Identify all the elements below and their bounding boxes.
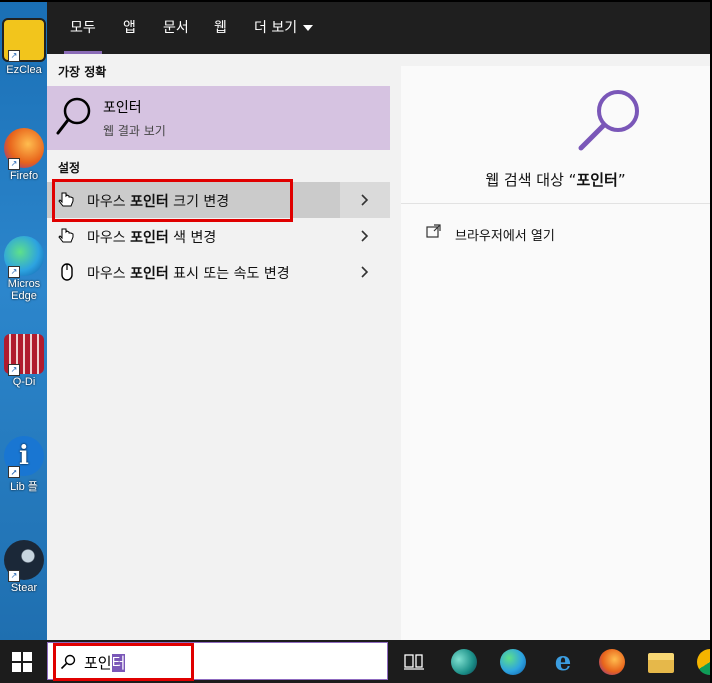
best-match-subtitle: 웹 결과 보기 xyxy=(103,124,166,138)
qdir-icon: ↗ xyxy=(4,334,44,376)
chevron-right-icon xyxy=(361,230,369,242)
tab-all[interactable]: 모두 xyxy=(64,2,102,54)
steam-icon: ↗ xyxy=(4,540,44,582)
desktop-icon-edge[interactable]: ↗ Micros Edge xyxy=(2,236,46,302)
firefox-icon[interactable] xyxy=(599,649,625,675)
desktop-icon-label: Lib 플 xyxy=(10,481,38,493)
setting-label: 마우스 포인터 색 변경 xyxy=(87,230,217,246)
settings-heading: 설정 xyxy=(58,161,81,175)
internet-explorer-icon[interactable]: e xyxy=(550,649,576,675)
chevron-right-icon xyxy=(361,266,369,278)
desktop-icon-steam[interactable]: ↗ Stear xyxy=(2,540,46,594)
tab-documents[interactable]: 문서 xyxy=(163,2,189,54)
desktop-icon-label: Firefo xyxy=(9,170,39,182)
desktop-icon-firefox[interactable]: ↗ Firefo xyxy=(2,128,46,182)
ezclean-icon: ↗ xyxy=(2,18,46,62)
best-match-heading: 가장 정확 xyxy=(58,65,107,79)
filter-tab-bar: 모두 앱 문서 웹 더 보기 xyxy=(47,2,710,54)
open-in-browser-link[interactable]: 브라우저에서 열기 xyxy=(455,225,555,244)
desktop-icon-label: Micros Edge xyxy=(7,278,41,302)
best-match-title: 포인터 xyxy=(103,100,142,116)
best-match-result[interactable]: 포인터 웹 결과 보기 xyxy=(47,86,390,150)
desktop-icon-ezclean[interactable]: ↗ EzClea xyxy=(2,18,46,76)
web-search-title: 웹 검색 대상 “포인터” xyxy=(485,171,626,189)
tab-more[interactable]: 더 보기 xyxy=(254,2,314,54)
firefox-icon: ↗ xyxy=(4,128,44,170)
chevron-right-icon xyxy=(361,194,369,206)
highlight-annotation xyxy=(53,643,194,681)
desktop-icon-label: Stear xyxy=(10,582,38,594)
info-icon: i ↗ xyxy=(4,436,44,478)
divider xyxy=(401,203,710,204)
whale-browser-icon[interactable] xyxy=(451,649,477,675)
edge-icon[interactable] xyxy=(500,649,526,675)
frame-border xyxy=(0,0,712,2)
desktop-icon-label: EzClea xyxy=(6,64,42,76)
setting-change-pointer-color[interactable]: 마우스 포인터 색 변경 xyxy=(47,218,390,254)
setting-pointer-display-speed[interactable]: 마우스 포인터 표시 또는 속도 변경 xyxy=(47,254,390,290)
preview-pane: 웹 검색 대상 “포인터” 브라우저에서 열기 xyxy=(401,66,710,640)
search-icon xyxy=(56,97,91,135)
desktop-icon-label: Q-Di xyxy=(12,376,36,388)
file-explorer-icon[interactable] xyxy=(648,653,674,673)
windows-start-icon[interactable] xyxy=(12,652,32,672)
tab-web[interactable]: 웹 xyxy=(214,2,227,54)
setting-label: 마우스 포인터 표시 또는 속도 변경 xyxy=(87,266,290,282)
search-icon xyxy=(578,90,639,151)
desktop-icon-lib[interactable]: i ↗ Lib 플 xyxy=(2,436,46,494)
highlight-annotation xyxy=(52,179,293,222)
pointer-hand-icon xyxy=(58,228,74,243)
desktop-icon-qdir[interactable]: ↗ Q-Di xyxy=(2,334,46,388)
open-external-icon xyxy=(426,224,441,238)
chevron-down-icon xyxy=(303,25,314,31)
task-view-icon[interactable] xyxy=(404,653,424,671)
mouse-icon xyxy=(61,263,73,281)
tab-apps[interactable]: 앱 xyxy=(123,2,136,54)
edge-icon: ↗ xyxy=(4,236,44,278)
